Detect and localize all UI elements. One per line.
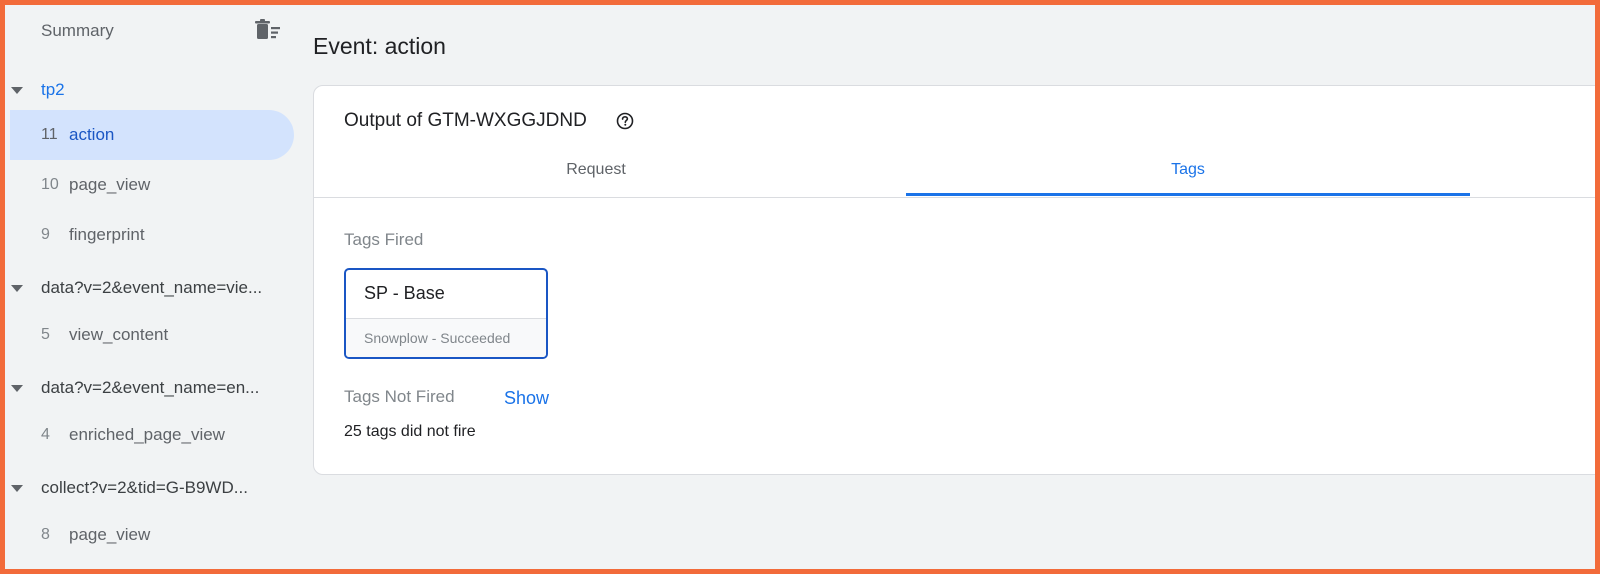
- sidebar-event-enriched-page-view[interactable]: 4 enriched_page_view: [10, 410, 294, 460]
- help-circle-icon[interactable]: [616, 112, 634, 130]
- sidebar-group-label: data?v=2&event_name=en...: [41, 378, 260, 397]
- sidebar-event-fingerprint[interactable]: 9 fingerprint: [10, 210, 294, 260]
- sidebar-event-action[interactable]: 11 action: [10, 110, 294, 160]
- card-title: Output of GTM-WXGGJDND: [344, 110, 587, 131]
- sidebar-group-collect[interactable]: collect?v=2&tid=G-B9WD...: [5, 463, 295, 513]
- event-number: 8: [41, 526, 50, 543]
- sidebar-group-tp2[interactable]: tp2: [5, 65, 295, 115]
- event-number: 5: [41, 326, 50, 343]
- caret-down-icon[interactable]: [11, 385, 23, 392]
- event-name: action: [69, 125, 115, 144]
- app-frame: Summary tp2 11 action 10 page_view 9 fin…: [0, 0, 1600, 574]
- delete-sweep-icon[interactable]: [255, 19, 281, 41]
- sidebar-group-label: tp2: [41, 80, 65, 99]
- event-number: 10: [41, 176, 59, 193]
- sidebar-group-data-view[interactable]: data?v=2&event_name=vie...: [5, 263, 295, 313]
- sidebar-group-label: data?v=2&event_name=vie...: [41, 278, 263, 297]
- tags-not-fired-heading: Tags Not Fired: [344, 387, 455, 406]
- caret-down-icon[interactable]: [11, 87, 23, 94]
- tags-not-fired-count: 25 tags did not fire: [344, 423, 476, 440]
- tab-bar: Request Tags: [314, 148, 1595, 198]
- tag-status: Snowplow - Succeeded: [364, 330, 511, 346]
- event-number: 9: [41, 226, 50, 243]
- event-number: 11: [41, 126, 58, 143]
- sidebar-event-page-view-collect[interactable]: 8 page_view: [10, 510, 294, 560]
- sidebar-event-page-view[interactable]: 10 page_view: [10, 160, 294, 210]
- page-title: Event: action: [313, 33, 446, 59]
- sidebar: Summary tp2 11 action 10 page_view 9 fin…: [5, 5, 295, 569]
- output-card: Output of GTM-WXGGJDND Request Tags Tags…: [313, 85, 1595, 475]
- tags-fired-heading: Tags Fired: [344, 230, 424, 249]
- event-name: view_content: [69, 325, 169, 344]
- tab-tags[interactable]: Tags: [906, 148, 1470, 196]
- event-name: enriched_page_view: [69, 425, 225, 444]
- summary-item[interactable]: Summary: [5, 5, 295, 55]
- show-link[interactable]: Show: [504, 388, 549, 409]
- event-name: page_view: [69, 525, 151, 544]
- caret-down-icon[interactable]: [11, 285, 23, 292]
- caret-down-icon[interactable]: [11, 485, 23, 492]
- sidebar-event-view-content[interactable]: 5 view_content: [10, 310, 294, 360]
- tag-card-sp-base[interactable]: SP - Base Snowplow - Succeeded: [344, 268, 548, 359]
- summary-label: Summary: [41, 21, 114, 40]
- event-number: 4: [41, 426, 50, 443]
- sidebar-group-data-enriched[interactable]: data?v=2&event_name=en...: [5, 363, 295, 413]
- tab-request[interactable]: Request: [314, 148, 878, 196]
- event-name: fingerprint: [69, 225, 145, 244]
- sidebar-group-label: collect?v=2&tid=G-B9WD...: [41, 478, 248, 497]
- tag-name: SP - Base: [364, 283, 445, 303]
- event-name: page_view: [69, 175, 151, 194]
